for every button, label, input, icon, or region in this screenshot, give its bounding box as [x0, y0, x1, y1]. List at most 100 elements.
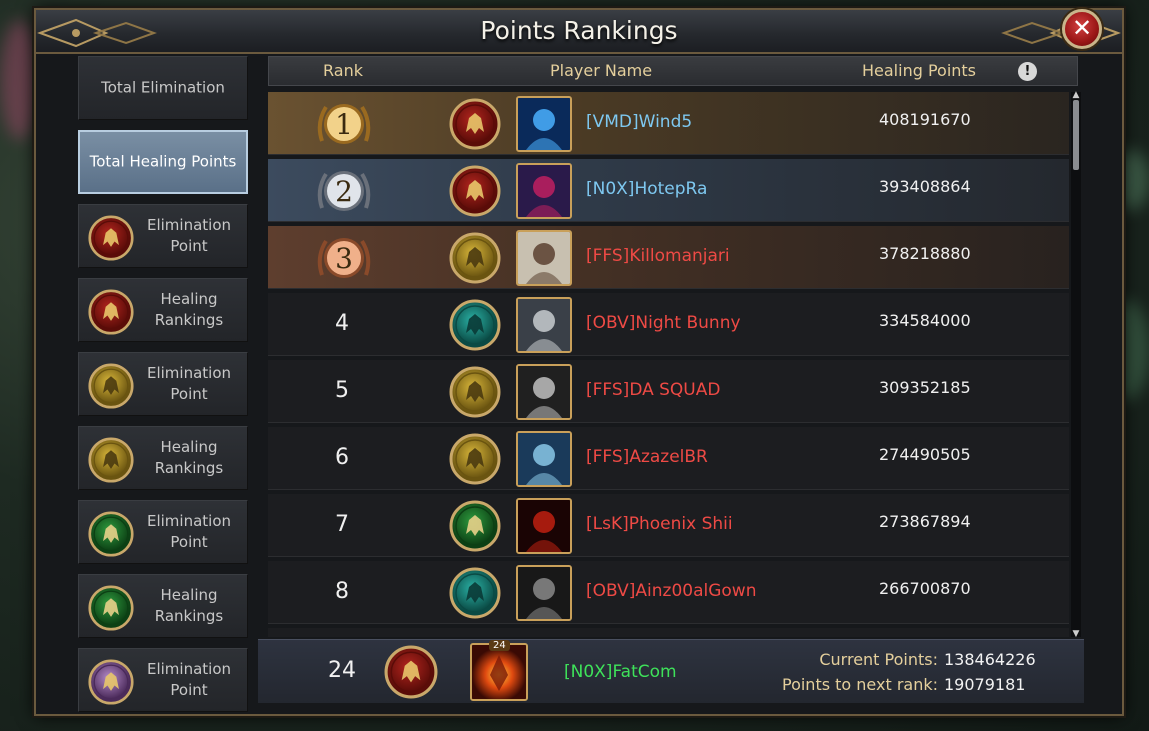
rank-medal-icon: 3	[317, 238, 371, 278]
wolf-gold-crest-icon	[449, 366, 501, 418]
player-name[interactable]: [VMD]Wind5	[586, 112, 692, 132]
healing-points-value: 266700870	[879, 579, 971, 598]
dragon-purple-crest-icon	[88, 659, 134, 705]
healing-points-value: 334584000	[879, 311, 971, 330]
right-ornament-icon	[1001, 18, 1121, 48]
fire-phoenix-avatar[interactable]	[470, 643, 528, 701]
svg-text:3: 3	[335, 242, 353, 275]
wolf-gold-crest-icon	[449, 232, 501, 284]
scrollbar[interactable]: ▲ ▼	[1071, 90, 1081, 639]
window-title: Points Rankings	[480, 16, 678, 45]
kraken-teal-crest-icon	[449, 567, 501, 619]
player-name[interactable]: [OBV]Night Bunny	[586, 313, 741, 333]
player-name[interactable]: [N0X]HotepRa	[586, 179, 707, 199]
table-row[interactable]: 7 [LsK]Phoenix Shii 273867894	[268, 494, 1069, 557]
wolf-gold-crest-icon	[449, 433, 501, 485]
sidebar-item-label: Healing Rankings	[154, 290, 224, 329]
healing-points-value: 309352185	[879, 378, 971, 397]
healing-points-value: 378218880	[879, 244, 971, 263]
kraken-teal-crest-icon	[449, 299, 501, 351]
header-player-name: Player Name	[550, 61, 653, 80]
scroll-thumb[interactable]	[1073, 100, 1079, 170]
lion-red-crest-icon	[88, 289, 134, 335]
rank-medal-icon: 2	[317, 171, 371, 211]
flower-green-crest-icon	[88, 511, 134, 557]
scroll-up-icon[interactable]: ▲	[1071, 90, 1081, 100]
scroll-down-icon[interactable]: ▼	[1071, 629, 1081, 639]
current-points-label: Current Points:	[819, 650, 938, 669]
rank-medal-icon: 1	[317, 104, 371, 144]
blue-dragon-eye-avatar[interactable]	[516, 96, 572, 152]
lion-red-crest-icon	[384, 645, 438, 699]
player-name[interactable]: [LsK]Phoenix Shii	[586, 514, 733, 534]
sidebar-item-label: Elimination Point	[146, 216, 232, 255]
next-rank-label: Points to next rank:	[781, 675, 938, 694]
title-bar: Points Rankings	[36, 10, 1122, 54]
table-row[interactable]: 8 [OBV]Ainz00alGown 266700870	[268, 561, 1069, 624]
player-name[interactable]: [OBV]Ainz00alGown	[586, 581, 757, 601]
sidebar-item[interactable]: Healing Rankings	[78, 426, 248, 490]
sidebar-item[interactable]: Healing Rankings	[78, 574, 248, 638]
dark-knight-avatar[interactable]	[516, 297, 572, 353]
sidebar-item-label: Healing Rankings	[154, 438, 224, 477]
sidebar-item[interactable]: Total Healing Points	[78, 130, 248, 194]
rank-number: 4	[335, 311, 349, 336]
ice-warrior-avatar[interactable]	[516, 431, 572, 487]
next-rank-value: 19079181	[944, 675, 1026, 694]
sidebar-item[interactable]: Total Elimination	[78, 56, 248, 120]
close-button[interactable]: ✕	[1062, 9, 1102, 49]
sidebar-item-label: Healing Rankings	[154, 586, 224, 625]
table-row[interactable]: 1 [VMD]Wind5 408191670	[268, 92, 1069, 155]
lion-red-crest-icon	[449, 165, 501, 217]
table-row-partial	[268, 628, 1069, 637]
hooded-figure-avatar[interactable]	[516, 163, 572, 219]
sidebar-item[interactable]: Elimination Point	[78, 204, 248, 268]
healing-points-value: 408191670	[879, 110, 971, 129]
bearded-man-cap-avatar[interactable]	[516, 230, 572, 286]
header-rank: Rank	[323, 61, 363, 80]
healing-points-value: 273867894	[879, 512, 971, 531]
player-name[interactable]: [FFS]DA SQUAD	[586, 380, 720, 400]
rankings-list[interactable]: 1 [VMD]Wind5 408191670 2 [N0X]HotepRa 3934…	[268, 92, 1069, 637]
rank-number: 7	[335, 512, 349, 537]
rank-number: 6	[335, 445, 349, 470]
sidebar-item[interactable]: Elimination Point	[78, 352, 248, 416]
header-healing-points: Healing Points	[862, 61, 977, 80]
table-row[interactable]: 4 [OBV]Night Bunny 334584000	[268, 293, 1069, 356]
current-points-value: 138464226	[944, 650, 1036, 669]
sidebar-item[interactable]: Elimination Point	[78, 500, 248, 564]
my-ranking-row: 24 24 [N0X]FatCom Current Points: 138464…	[258, 639, 1084, 703]
healing-points-value: 393408864	[879, 177, 971, 196]
healing-points-value: 274490505	[879, 445, 971, 464]
table-header: Rank Player Name Healing Points	[268, 56, 1078, 86]
red-hooded-avatar[interactable]	[516, 498, 572, 554]
player-name[interactable]: [FFS]Killomanjari	[586, 246, 730, 266]
player-name[interactable]: [FFS]AzazelBR	[586, 447, 708, 467]
category-sidebar: Total Elimination Total Healing Points El…	[78, 56, 250, 712]
my-player-name[interactable]: [N0X]FatCom	[564, 662, 677, 682]
lion-red-crest-icon	[449, 98, 501, 150]
table-row[interactable]: 3 [FFS]Killomanjari 378218880	[268, 226, 1069, 289]
svg-text:2: 2	[335, 175, 353, 208]
flower-green-crest-icon	[449, 500, 501, 552]
table-row[interactable]: 6 [FFS]AzazelBR 274490505	[268, 427, 1069, 490]
rank-number: 5	[335, 378, 349, 403]
table-row[interactable]: 5 [FFS]DA SQUAD 309352185	[268, 360, 1069, 423]
skull-helmet-avatar[interactable]	[516, 565, 572, 621]
da-squad-logo-avatar[interactable]	[516, 364, 572, 420]
sidebar-item[interactable]: Healing Rankings	[78, 278, 248, 342]
sidebar-item-label: Elimination Point	[146, 512, 232, 551]
rank-number: 8	[335, 579, 349, 604]
close-icon: ✕	[1071, 14, 1093, 42]
sidebar-item-label: Total Elimination	[101, 78, 225, 97]
table-row[interactable]: 2 [N0X]HotepRa 393408864	[268, 159, 1069, 222]
info-icon[interactable]: !	[1018, 62, 1037, 81]
sidebar-item-label: Elimination Point	[146, 660, 232, 699]
sidebar-item[interactable]: Elimination Point	[78, 648, 248, 712]
avatar-level-badge: 24	[489, 640, 510, 651]
sidebar-item-label: Elimination Point	[146, 364, 232, 403]
wolf-gold-crest-icon	[88, 437, 134, 483]
svg-text:1: 1	[335, 108, 353, 141]
my-rank: 24	[328, 658, 356, 683]
wolf-gold-crest-icon	[88, 363, 134, 409]
